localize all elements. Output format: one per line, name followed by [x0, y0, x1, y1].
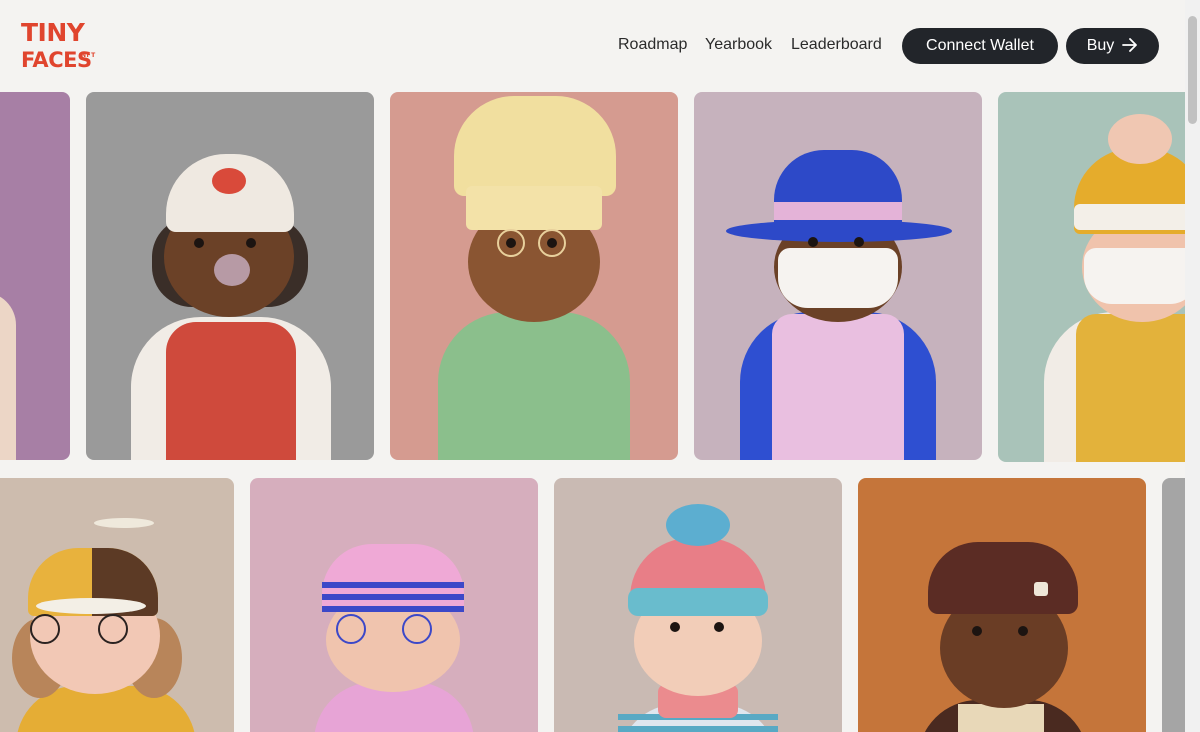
character-yellow-beanie	[998, 92, 1198, 462]
character-chef-hat	[390, 92, 678, 460]
character-propeller-cap	[0, 478, 234, 732]
scrollbar-thumb[interactable]	[1188, 16, 1197, 124]
arrow-right-icon	[1122, 37, 1138, 55]
page: TINY FACES NFT Roadmap Yearbook Leaderbo…	[0, 0, 1200, 732]
logo-line1: TINY	[21, 18, 85, 47]
partial-character-purple	[0, 92, 70, 460]
buy-label: Buy	[1086, 37, 1115, 54]
logo-nft-badge: NFT	[81, 52, 96, 59]
connect-wallet-label: Connect Wallet	[926, 37, 1034, 54]
nft-card[interactable]	[998, 92, 1198, 462]
nft-card[interactable]	[554, 478, 842, 732]
character-blue-hat-mask	[694, 92, 982, 460]
nav-link-roadmap[interactable]: Roadmap	[618, 36, 687, 54]
nft-card[interactable]	[0, 92, 70, 460]
logo[interactable]: TINY FACES NFT	[21, 20, 101, 74]
nft-card[interactable]	[694, 92, 982, 460]
nft-card[interactable]	[858, 478, 1146, 732]
nft-card[interactable]	[0, 478, 234, 732]
character-brown-cap	[858, 478, 1146, 732]
character-red-vest-cap	[86, 92, 374, 460]
nft-card[interactable]	[250, 478, 538, 732]
buy-button[interactable]: Buy	[1066, 28, 1159, 64]
connect-wallet-button[interactable]: Connect Wallet	[902, 28, 1058, 64]
nft-card[interactable]	[390, 92, 678, 460]
character-pink-beanie	[554, 478, 842, 732]
nav-link-yearbook[interactable]: Yearbook	[705, 36, 772, 54]
character-sailor-hat	[250, 478, 538, 732]
nft-card[interactable]	[86, 92, 374, 460]
nav-link-leaderboard[interactable]: Leaderboard	[791, 36, 882, 54]
